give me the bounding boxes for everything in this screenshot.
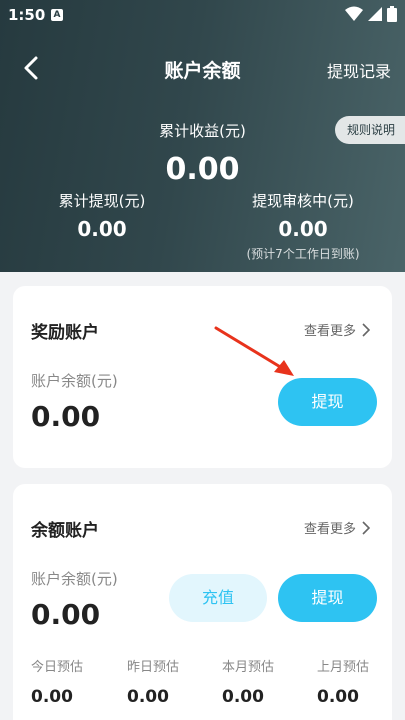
reward-account-title: 奖励账户 [31, 323, 99, 343]
estimate-last-month: 上月预估 0.00 [317, 656, 397, 707]
balance-account-title: 余额账户 [31, 521, 99, 541]
battery-icon [387, 6, 397, 22]
reward-withdraw-button[interactable]: 提现 [278, 378, 377, 426]
estimate-value: 0.00 [127, 687, 169, 707]
estimates-row: 今日预估 0.00 昨日预估 0.00 本月预估 0.00 上月预估 0.00 [13, 656, 392, 716]
pending-note: (预计7个工作日到账) [246, 247, 360, 261]
balance-account-card: 余额账户 查看更多 账户余额(元) 0.00 充值 提现 今日预估 0.00 昨… [13, 484, 392, 720]
status-time: 1:50 [8, 6, 46, 24]
estimate-this-month: 本月预估 0.00 [222, 656, 302, 707]
recharge-button[interactable]: 充值 [169, 574, 267, 622]
withdrawn-value: 0.00 [77, 217, 127, 241]
estimate-label: 上月预估 [317, 660, 370, 675]
total-earnings-label: 累计收益(元) [159, 122, 246, 140]
estimate-label: 本月预估 [222, 660, 275, 675]
balance-account-balance-label: 账户余额(元) [31, 570, 118, 588]
estimate-value: 0.00 [317, 687, 359, 707]
pending-value: 0.00 [278, 217, 328, 241]
annotation-arrow-icon [214, 326, 294, 376]
withdraw-records-link[interactable]: 提现记录 [327, 58, 391, 82]
pending-label: 提现审核中(元) [252, 192, 354, 210]
notification-badge-icon: A [51, 9, 63, 21]
status-bar: 1:50 A [0, 0, 405, 30]
pending-stat: 提现审核中(元) 0.00 (预计7个工作日到账) [233, 190, 373, 262]
balance-account-balance-value: 0.00 [31, 598, 101, 631]
estimate-label: 昨日预估 [127, 660, 180, 675]
signal-icon [367, 7, 382, 21]
estimate-value: 0.00 [31, 687, 73, 707]
estimate-label: 今日预估 [31, 660, 84, 675]
balance-view-more-link[interactable]: 查看更多 [304, 518, 370, 537]
reward-account-card: 奖励账户 查看更多 账户余额(元) 0.00 提现 [13, 286, 392, 468]
withdrawn-stat: 累计提现(元) 0.00 [52, 190, 152, 241]
total-earnings-value: 0.00 [165, 152, 240, 187]
withdrawn-label: 累计提现(元) [58, 192, 146, 210]
reward-view-more-link[interactable]: 查看更多 [304, 320, 370, 339]
estimate-yesterday: 昨日预估 0.00 [127, 656, 207, 707]
chevron-right-icon [362, 520, 370, 535]
balance-view-more-label: 查看更多 [303, 522, 356, 537]
reward-balance-label: 账户余额(元) [31, 372, 118, 390]
wifi-icon [344, 6, 363, 21]
chevron-right-icon [362, 322, 370, 337]
status-icons [344, 6, 397, 24]
estimate-value: 0.00 [222, 687, 264, 707]
reward-balance-value: 0.00 [31, 400, 101, 433]
reward-view-more-label: 查看更多 [303, 324, 356, 339]
header-banner: 1:50 A 账户余额 提现记录 规则说明 累计收益(元) 0.00 累计提现(… [0, 0, 405, 272]
balance-withdraw-button[interactable]: 提现 [278, 574, 377, 622]
estimate-today: 今日预估 0.00 [31, 656, 111, 707]
